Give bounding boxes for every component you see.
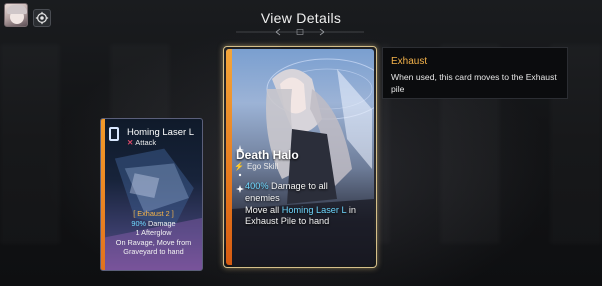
ego-lightning-icon: ⚡ [234, 162, 244, 171]
afterglow-line: 1 Afterglow [135, 228, 172, 238]
attack-x-icon: ✕ [127, 138, 134, 147]
card-type: ✕ Attack [127, 138, 156, 147]
tooltip-text: When used, this card moves to the Exhaus… [391, 72, 557, 94]
card-death-halo[interactable]: Death Halo ⚡ Ego Skill 400% Damage to all… [226, 49, 374, 265]
damage-value: 400% [245, 181, 269, 191]
page-title: View Details [260, 10, 342, 26]
card-name: Death Halo [236, 148, 299, 162]
ravage-line: On Ravage, Move from [115, 237, 192, 247]
graveyard-line: Graveyard to hand [123, 247, 184, 257]
move-line: Move all Homing Laser L in [245, 205, 365, 217]
card-type-label: Ego Skill [246, 162, 279, 171]
card-type-label: Attack [135, 138, 157, 147]
targets-line: enemies [245, 192, 280, 203]
damage-line: 400% Damage to all [245, 181, 365, 193]
tooltip-title: Exhaust [391, 56, 428, 67]
card-description: 400% Damage to all enemies Move all Homi… [245, 181, 365, 228]
damage-line: 90% Damage [107, 219, 200, 229]
keyword-tooltip: Exhaust When used, this card moves to th… [382, 47, 568, 99]
card-name: Homing Laser L [127, 127, 195, 138]
card-homing-laser[interactable]: Homing Laser L ✕ Attack [ Exhaust 2 ] 90%… [100, 118, 203, 271]
exhaust-keyword: [ Exhaust 2 ] [133, 209, 174, 218]
move-prefix: Move all [245, 204, 282, 215]
title-divider-icon [236, 28, 364, 36]
card-type: ⚡ Ego Skill [234, 162, 278, 171]
damage-suffix: Damage [146, 218, 176, 228]
card-stripe [226, 49, 232, 265]
damage-suffix: Damage to all [268, 181, 328, 191]
homing-laser-link[interactable]: Homing Laser L [282, 205, 347, 215]
exhaust-pile-line: Exhaust Pile to hand [245, 216, 330, 227]
damage-value: 90% [131, 218, 146, 228]
card-stripe [101, 119, 105, 270]
move-suffix: in [346, 204, 356, 215]
card-cost-icon [109, 127, 119, 141]
card-description: [ Exhaust 2 ] 90% Damage 1 Afterglow On … [107, 209, 200, 257]
